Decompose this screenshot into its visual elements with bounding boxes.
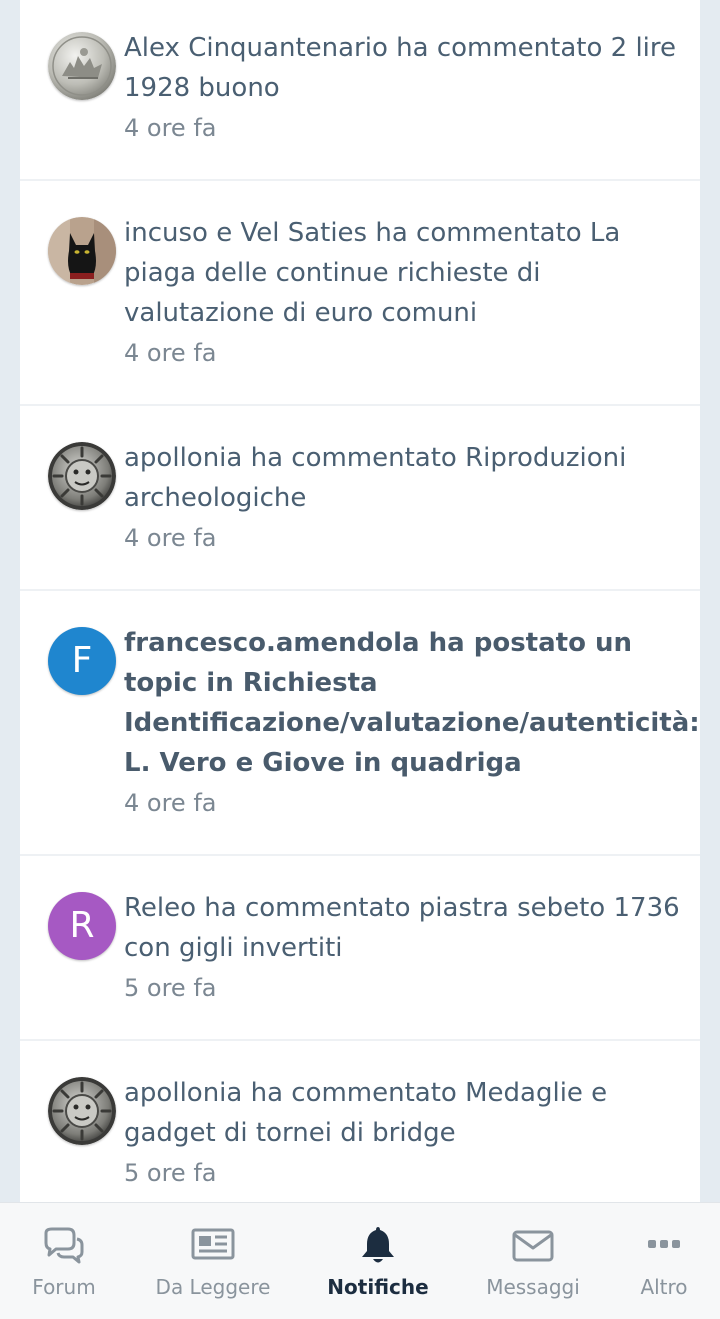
envelope-icon — [509, 1225, 557, 1265]
notification-item[interactable]: Alex Cinquantenario ha commentato 2 lire… — [20, 0, 700, 181]
notification-text[interactable]: Alex Cinquantenario ha commentato 2 lire… — [124, 28, 690, 108]
tab-da-leggere[interactable]: Da Leggere — [128, 1203, 298, 1319]
tab-altro[interactable]: Altro — [608, 1203, 720, 1319]
black-cat-avatar[interactable] — [48, 217, 116, 285]
notification-time: 4 ore fa — [124, 339, 217, 367]
notification-text[interactable]: Releo ha commentato piastra sebeto 1736 … — [124, 888, 690, 968]
notification-list: Alex Cinquantenario ha commentato 2 lire… — [20, 0, 700, 1202]
notification-time: 4 ore fa — [124, 524, 217, 552]
coin-quadriga-avatar[interactable] — [48, 32, 116, 100]
notification-text[interactable]: incuso e Vel Saties ha commentato La pia… — [124, 213, 690, 333]
tab-messaggi[interactable]: Messaggi — [458, 1203, 608, 1319]
user-initial-avatar[interactable]: R — [48, 892, 116, 960]
tab-label: Da Leggere — [155, 1275, 271, 1299]
tab-forum[interactable]: Forum — [0, 1203, 128, 1319]
more-dots-icon — [640, 1225, 688, 1265]
tab-label: Messaggi — [486, 1275, 580, 1299]
notification-time: 4 ore fa — [124, 114, 217, 142]
tab-label: Altro — [640, 1275, 688, 1299]
notification-text[interactable]: apollonia ha commentato Medaglie e gadge… — [124, 1073, 690, 1153]
notification-time: 5 ore fa — [124, 974, 217, 1002]
notification-time: 5 ore fa — [124, 1159, 217, 1187]
notification-item[interactable]: F francesco.amendola ha postato un topic… — [20, 591, 700, 856]
bell-icon — [354, 1225, 402, 1265]
notification-time: 4 ore fa — [124, 789, 217, 817]
notification-item[interactable]: R Releo ha commentato piastra sebeto 173… — [20, 856, 700, 1041]
tab-notifiche[interactable]: Notifiche — [298, 1203, 458, 1319]
bottom-tab-bar: Forum Da Leggere Notifiche Messaggi Altr… — [0, 1202, 720, 1319]
notifications-screen: Alex Cinquantenario ha commentato 2 lire… — [0, 0, 720, 1319]
notification-text[interactable]: francesco.amendola ha postato un topic i… — [124, 623, 700, 783]
notification-item[interactable]: apollonia ha commentato Riproduzioni arc… — [20, 406, 700, 591]
chat-bubbles-icon — [40, 1225, 88, 1265]
newspaper-icon — [189, 1225, 237, 1265]
notification-text[interactable]: apollonia ha commentato Riproduzioni arc… — [124, 438, 690, 518]
user-initial-avatar[interactable]: F — [48, 627, 116, 695]
notification-item[interactable]: apollonia ha commentato Medaglie e gadge… — [20, 1041, 700, 1202]
tab-label: Forum — [32, 1275, 96, 1299]
gorgon-coin-avatar[interactable] — [48, 442, 116, 510]
tab-label: Notifiche — [327, 1275, 429, 1299]
gorgon-coin-avatar[interactable] — [48, 1077, 116, 1145]
notification-item[interactable]: incuso e Vel Saties ha commentato La pia… — [20, 181, 700, 406]
